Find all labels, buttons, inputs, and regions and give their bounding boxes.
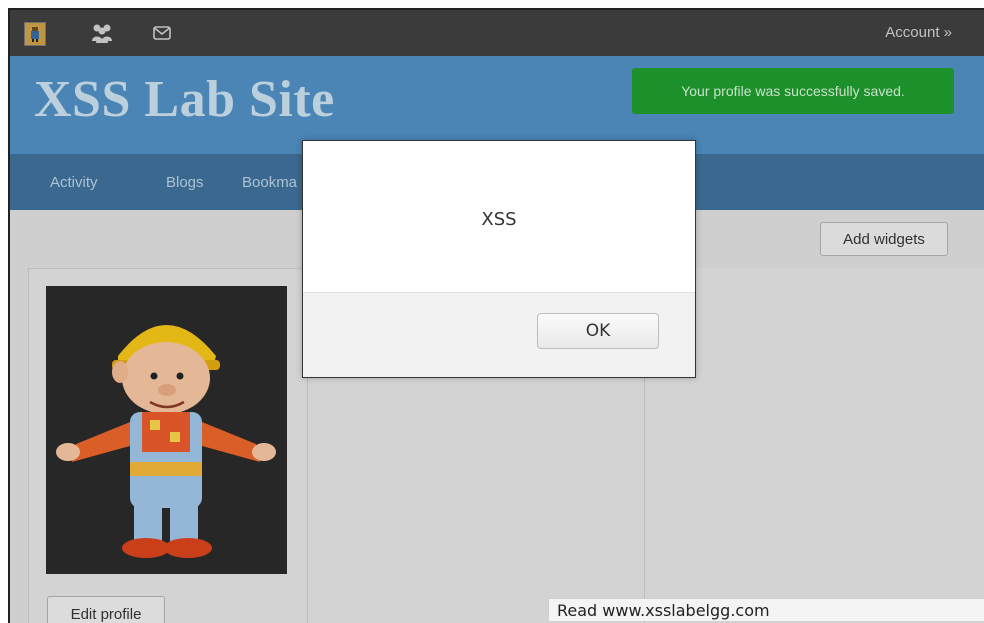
- alert-message: XSS: [481, 209, 517, 230]
- status-bar: Read www.xsslabelgg.com: [548, 598, 984, 621]
- ok-button[interactable]: OK: [537, 313, 659, 349]
- alert-dialog: XSS OK: [302, 140, 696, 378]
- alert-footer: OK: [303, 292, 695, 377]
- browser-viewport: Account » XSS Lab Site Your profile was …: [8, 8, 984, 623]
